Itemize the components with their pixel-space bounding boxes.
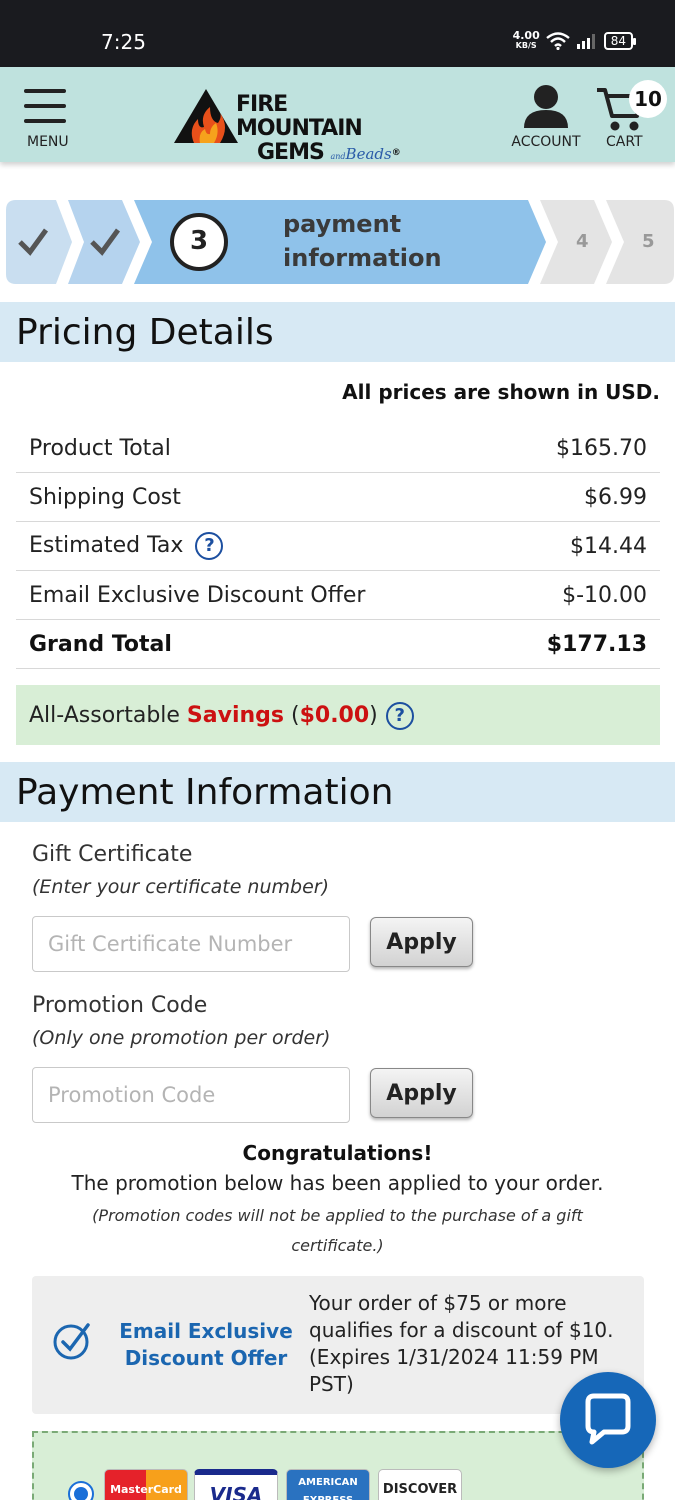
step-5: 5 — [642, 231, 655, 252]
price-row-grand-total: Grand Total $177.13 — [16, 620, 660, 669]
savings-amount: $0.00 — [299, 703, 370, 728]
congrats-note: (Promotion codes will not be applied to … — [92, 1206, 583, 1255]
price-table: Product Total $165.70 Shipping Cost $6.9… — [16, 424, 660, 669]
pricing-details-title: Pricing Details — [16, 312, 274, 353]
checkout-progress: 3 payment information 4 5 — [6, 200, 674, 284]
price-row-discount: Email Exclusive Discount Offer $-10.00 — [16, 571, 660, 620]
tax-help-icon[interactable]: ? — [195, 532, 224, 560]
congrats-title: Congratulations! — [242, 1141, 433, 1165]
gift-certificate-label: Gift Certificate — [32, 842, 193, 867]
wifi-icon — [545, 32, 570, 50]
menu-label: MENU — [27, 134, 69, 150]
cart-button[interactable]: 10 CART — [595, 80, 667, 152]
savings-help-icon[interactable]: ? — [385, 702, 414, 730]
gift-certificate-input[interactable] — [32, 916, 350, 972]
payment-information-title: Payment Information — [16, 772, 394, 813]
price-row-tax: Estimated Tax? $14.44 — [16, 522, 660, 571]
amex-logo-icon: AMERICAN EXPRESS — [286, 1469, 370, 1500]
status-time: 7:25 — [101, 30, 146, 54]
flame-mountain-logo-icon — [174, 89, 238, 143]
signal-icon — [576, 34, 595, 49]
gift-certificate-apply-button[interactable]: Apply — [370, 917, 473, 967]
logo-text: FIRE MOUNTAIN GEMS andBeads® — [236, 92, 401, 165]
price-row-product-total: Product Total $165.70 — [16, 424, 660, 473]
promotion-applied-message: Congratulations! The promotion below has… — [0, 1141, 675, 1261]
savings-word: Savings — [186, 703, 284, 728]
credit-card-radio[interactable] — [68, 1481, 94, 1500]
site-logo[interactable]: FIRE MOUNTAIN GEMS andBeads® — [172, 87, 412, 165]
status-bar: 7:25 4.00 KB/S 84 — [0, 0, 675, 67]
hamburger-icon — [24, 89, 72, 123]
promotion-code-label: Promotion Code — [32, 993, 208, 1018]
account-label: ACCOUNT — [511, 134, 581, 150]
promotion-code-input[interactable] — [32, 1067, 350, 1123]
step-4: 4 — [576, 231, 589, 252]
battery-icon: 84 — [603, 32, 637, 50]
mastercard-logo-icon: MasterCard — [104, 1469, 188, 1500]
payment-information-header: Payment Information — [0, 762, 675, 822]
promotion-code-hint: (Only one promotion per order) — [32, 1027, 331, 1049]
congrats-message: The promotion below has been applied to … — [71, 1171, 604, 1195]
discover-logo-icon: DISCOVER — [378, 1469, 462, 1500]
applied-promotion-box: Email Exclusive Discount Offer Your orde… — [32, 1276, 644, 1414]
pricing-details-header: Pricing Details — [0, 302, 675, 362]
savings-box: All-Assortable Savings ($0.00)? — [16, 685, 660, 745]
network-speed: 4.00 KB/S — [512, 29, 540, 50]
site-header: MENU FIRE MOUNTAIN GEMS andBeads® ACCOUN… — [0, 67, 675, 165]
price-row-shipping: Shipping Cost $6.99 — [16, 473, 660, 522]
current-step-label: payment information — [283, 210, 442, 272]
gift-certificate-hint: (Enter your certificate number) — [32, 876, 329, 898]
status-icons: 4.00 KB/S 84 — [512, 29, 637, 51]
account-button[interactable]: ACCOUNT — [510, 82, 582, 152]
chat-bubble-icon — [585, 1393, 631, 1445]
credit-card-option[interactable]: MasterCard VISA AMERICAN EXPRESS DISCOVE… — [32, 1431, 644, 1500]
account-icon — [524, 85, 568, 128]
cart-label: CART — [606, 134, 643, 150]
promotion-code-apply-button[interactable]: Apply — [370, 1068, 473, 1118]
chat-button[interactable] — [560, 1372, 656, 1468]
visa-logo-icon: VISA — [194, 1469, 278, 1500]
check-circle-icon — [53, 1323, 90, 1360]
cart-count-badge: 10 — [629, 80, 667, 118]
currency-note: All prices are shown in USD. — [342, 380, 660, 404]
applied-promotion-name: Email Exclusive Discount Offer — [119, 1319, 293, 1370]
current-step-number: 3 — [190, 226, 209, 256]
